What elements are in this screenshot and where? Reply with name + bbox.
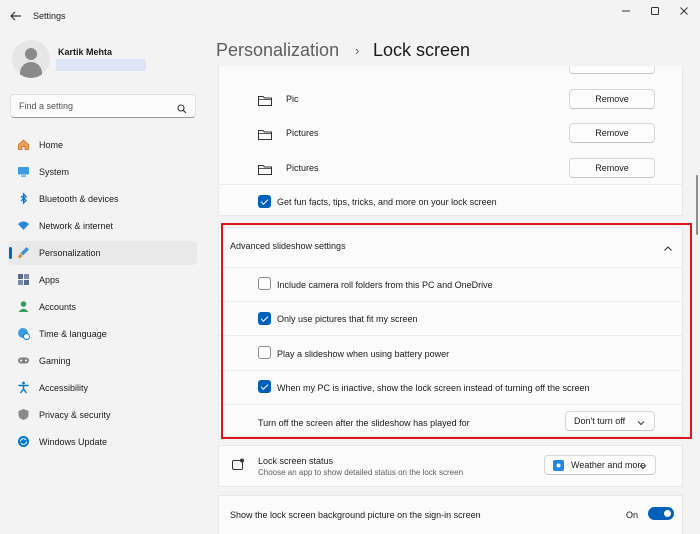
breadcrumb-separator: ›: [355, 43, 360, 58]
remove-folder-button[interactable]: Remove: [569, 158, 655, 178]
remove-folder-button[interactable]: Remove: [569, 89, 655, 109]
lock-status-value: Weather and more: [571, 460, 646, 470]
folder-name: Pic: [286, 94, 299, 104]
folder-name: Pictures: [286, 128, 319, 138]
sidebar-item-accessibility[interactable]: Accessibility: [8, 376, 197, 400]
title-bar: Settings: [0, 0, 700, 32]
search-box[interactable]: [10, 94, 196, 118]
chevron-down-icon: [639, 462, 647, 472]
close-icon[interactable]: [672, 4, 696, 18]
avatar[interactable]: [12, 40, 50, 78]
sidebar-item-privacy[interactable]: Privacy & security: [8, 403, 197, 427]
lock-status-dropdown[interactable]: Weather and more: [544, 455, 656, 475]
folder-name: Pictures: [286, 163, 319, 173]
gamepad-icon: [17, 354, 30, 367]
lock-status-icon: [231, 458, 244, 476]
globe-clock-icon: [17, 327, 30, 340]
user-email-redacted: [56, 59, 146, 71]
sidebar-item-accounts[interactable]: Accounts: [8, 295, 197, 319]
sidebar-item-time-language[interactable]: Time & language: [8, 322, 197, 346]
sidebar-item-windows-update[interactable]: Windows Update: [8, 430, 197, 454]
folder-icon: [258, 162, 272, 175]
sidebar-item-bluetooth[interactable]: Bluetooth & devices: [8, 187, 197, 211]
remove-button-partial[interactable]: [569, 66, 655, 74]
fun-facts-label: Get fun facts, tips, tricks, and more on…: [277, 197, 497, 207]
person-icon: [17, 300, 30, 313]
apps-icon: [17, 273, 30, 286]
update-icon: [17, 435, 30, 448]
signin-background-label: Show the lock screen background picture …: [230, 510, 481, 520]
folder-icon: [258, 127, 272, 140]
sidebar-item-home[interactable]: Home: [8, 133, 197, 157]
maximize-icon[interactable]: [643, 4, 667, 18]
search-icon[interactable]: [177, 101, 187, 114]
home-icon: [17, 138, 30, 151]
selected-indicator: [9, 247, 12, 259]
lock-status-title: Lock screen status: [258, 456, 334, 466]
lock-status-subtitle: Choose an app to show detailed status on…: [258, 468, 464, 477]
brush-icon: [17, 246, 30, 259]
signin-background-toggle[interactable]: [648, 507, 674, 520]
page-title: Lock screen: [373, 40, 471, 60]
sidebar-item-system[interactable]: System: [8, 160, 197, 184]
shield-icon: [17, 408, 30, 421]
sidebar-item-network[interactable]: Network & internet: [8, 214, 197, 238]
monitor-icon: [17, 165, 30, 178]
app-title: Settings: [33, 11, 66, 21]
user-name: Kartik Mehta: [58, 47, 113, 57]
highlight-rectangle: [221, 223, 692, 439]
scrollbar-thumb[interactable]: [696, 175, 698, 235]
search-input[interactable]: [19, 101, 169, 111]
breadcrumb-parent[interactable]: Personalization: [216, 40, 339, 61]
weather-icon: [553, 460, 564, 471]
wifi-icon: [17, 219, 30, 232]
accessibility-icon: [17, 381, 30, 394]
back-arrow-icon[interactable]: [8, 8, 24, 24]
sidebar-item-gaming[interactable]: Gaming: [8, 349, 197, 373]
divider: [218, 184, 683, 185]
minimize-icon[interactable]: [614, 4, 638, 18]
remove-folder-button[interactable]: Remove: [569, 123, 655, 143]
bluetooth-icon: [17, 192, 30, 205]
sidebar-item-apps[interactable]: Apps: [8, 268, 197, 292]
sidebar-item-personalization[interactable]: Personalization: [8, 241, 197, 265]
toggle-state-label: On: [626, 510, 639, 520]
fun-facts-checkbox[interactable]: [258, 195, 271, 208]
folder-icon: [258, 93, 272, 106]
